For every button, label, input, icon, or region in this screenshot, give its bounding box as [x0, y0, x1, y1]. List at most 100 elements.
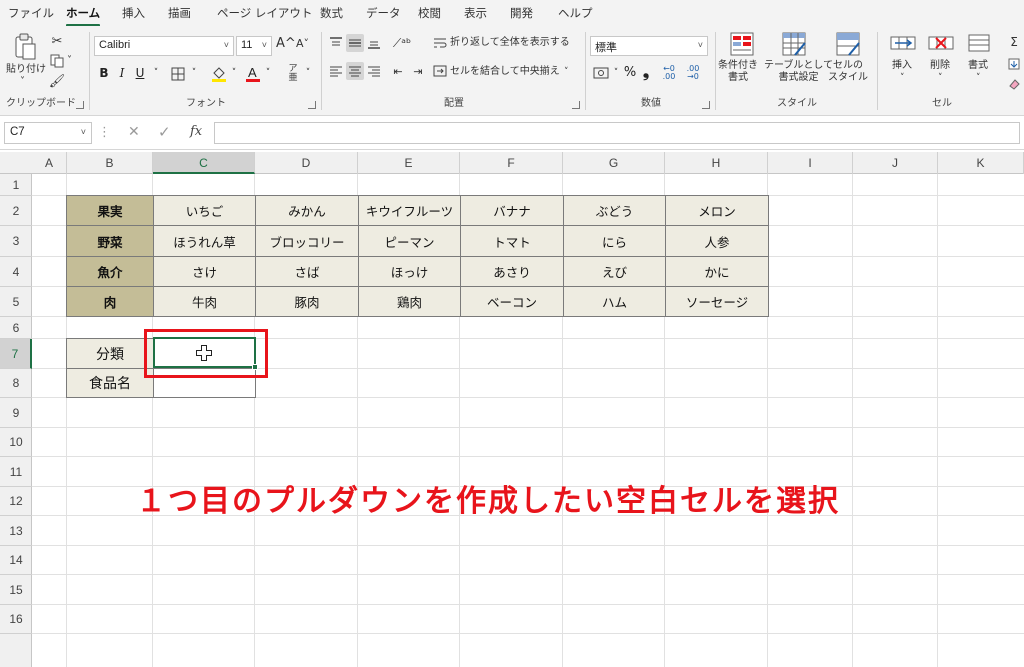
table-cell[interactable]: さけ — [154, 257, 256, 287]
number-format-select[interactable]: 標準 ˅ — [590, 36, 708, 56]
wrap-text-icon[interactable] — [432, 34, 448, 52]
table-cell[interactable]: ソーセージ — [666, 287, 769, 317]
table-cell[interactable]: バナナ — [461, 196, 564, 226]
more-options-icon[interactable]: ⋮ — [98, 125, 111, 140]
table-cell[interactable]: 鶏肉 — [359, 287, 461, 317]
font-size-select[interactable]: 11 ˅ — [236, 36, 272, 56]
cut-icon[interactable]: ✂ — [48, 32, 66, 50]
format-painter-icon[interactable]: 🖌 — [48, 72, 66, 90]
table-cell[interactable]: さば — [256, 257, 359, 287]
merge-center-icon[interactable] — [432, 62, 448, 80]
format-cells-icon[interactable] — [964, 32, 994, 54]
decrease-decimal-icon[interactable]: .00 →0 — [682, 64, 704, 82]
borders-dropdown-icon[interactable]: ˅ — [186, 64, 202, 82]
row-header-10[interactable]: 10 — [0, 428, 32, 457]
alignment-launcher-icon[interactable] — [572, 101, 580, 109]
format-dropdown-icon[interactable]: ˅ — [976, 72, 981, 84]
cell-styles-button[interactable]: セルの スタイル — [828, 60, 868, 84]
food-name-label-cell[interactable]: 食品名 — [67, 369, 154, 398]
conditional-formatting-button[interactable]: 条件付き 書式 — [718, 60, 758, 84]
delete-cells-icon[interactable] — [926, 32, 956, 54]
table-cell[interactable]: いちご — [154, 196, 256, 226]
tab-draw[interactable]: 描画 — [168, 5, 191, 21]
tab-data[interactable]: データ — [366, 5, 401, 21]
tab-page-layout[interactable]: ページ レイアウト — [217, 5, 312, 21]
column-header-a[interactable]: A — [32, 152, 67, 174]
column-header-i[interactable]: I — [768, 152, 853, 174]
row-header-9[interactable]: 9 — [0, 398, 32, 428]
insert-dropdown-icon[interactable]: ˅ — [900, 72, 905, 84]
font-launcher-icon[interactable] — [308, 101, 316, 109]
row-header-14[interactable]: 14 — [0, 546, 32, 575]
table-cell[interactable]: ベーコン — [461, 287, 564, 317]
name-box[interactable]: C7 ˅ — [4, 122, 92, 144]
category-label-cell[interactable]: 分類 — [67, 339, 154, 369]
align-center-icon[interactable] — [346, 62, 364, 80]
delete-dropdown-icon[interactable]: ˅ — [938, 72, 943, 84]
merge-dropdown-icon[interactable]: ˅ — [564, 66, 569, 78]
align-right-icon[interactable] — [366, 62, 382, 80]
tab-insert[interactable]: 挿入 — [122, 5, 145, 21]
copy-dropdown-icon[interactable]: ˅ — [67, 55, 72, 67]
autosum-icon[interactable]: Σ — [1006, 34, 1022, 50]
orientation-icon[interactable]: ⟋ᵃᵇ — [392, 34, 412, 52]
table-cell[interactable]: 人参 — [666, 226, 769, 257]
table-cell[interactable]: ブロッコリー — [256, 226, 359, 257]
number-launcher-icon[interactable] — [702, 101, 710, 109]
row-header-2[interactable]: 2 — [0, 196, 32, 226]
column-header-b[interactable]: B — [67, 152, 153, 174]
comma-style-icon[interactable]: ❟ — [638, 63, 654, 81]
column-header-c[interactable]: C — [153, 152, 255, 174]
wrap-text-button[interactable]: 折り返して全体を表示する — [450, 37, 570, 49]
align-left-icon[interactable] — [328, 62, 344, 80]
increase-decimal-icon[interactable]: ←0.00 — [658, 64, 680, 82]
table-cell[interactable]: キウイフルーツ — [359, 196, 461, 226]
format-button[interactable]: 書式 — [968, 60, 988, 72]
table-cell[interactable]: ほうれん草 — [154, 226, 256, 257]
table-category-cell[interactable]: 魚介 — [67, 257, 154, 287]
grow-font-button[interactable]: A^ — [276, 37, 296, 50]
font-color-dropdown-icon[interactable]: ˅ — [260, 64, 276, 82]
clear-icon[interactable] — [1006, 76, 1022, 92]
tab-home[interactable]: ホーム — [66, 5, 101, 27]
delete-button[interactable]: 削除 — [930, 60, 950, 72]
borders-icon[interactable] — [170, 66, 186, 82]
table-cell[interactable]: トマト — [461, 226, 564, 257]
align-bottom-icon[interactable] — [366, 34, 382, 52]
tab-formulas[interactable]: 数式 — [320, 5, 343, 21]
table-cell[interactable]: かに — [666, 257, 769, 287]
insert-button[interactable]: 挿入 — [892, 60, 912, 72]
table-cell[interactable]: ハム — [564, 287, 666, 317]
table-cell[interactable]: メロン — [666, 196, 769, 226]
row-header-15[interactable]: 15 — [0, 575, 32, 605]
insert-cells-icon[interactable] — [888, 32, 918, 54]
shrink-font-button[interactable]: A˅ — [296, 38, 309, 50]
column-header-h[interactable]: H — [665, 152, 768, 174]
table-category-cell[interactable]: 肉 — [67, 287, 154, 317]
percent-style-icon[interactable]: % — [622, 64, 638, 82]
tab-file[interactable]: ファイル — [8, 5, 54, 21]
tab-review[interactable]: 校閲 — [418, 5, 441, 21]
row-header-6[interactable]: 6 — [0, 317, 32, 339]
align-middle-icon[interactable] — [346, 34, 364, 52]
align-top-icon[interactable] — [328, 34, 344, 52]
decrease-indent-icon[interactable]: ⇤ — [390, 62, 406, 80]
enter-icon[interactable]: ✓ — [158, 123, 171, 141]
table-cell[interactable]: みかん — [256, 196, 359, 226]
copy-icon[interactable] — [48, 52, 66, 70]
row-header-3[interactable]: 3 — [0, 226, 32, 257]
format-as-table-icon[interactable] — [780, 30, 808, 58]
underline-dropdown-icon[interactable]: ˅ — [148, 64, 164, 82]
paste-icon[interactable] — [12, 32, 38, 62]
tab-view[interactable]: 表示 — [464, 5, 487, 21]
row-header-1[interactable]: 1 — [0, 174, 32, 196]
underline-icon[interactable]: U — [132, 64, 148, 82]
bold-icon[interactable]: B — [96, 64, 112, 82]
phonetic-dropdown-icon[interactable]: ˅ — [300, 64, 316, 82]
format-as-table-button[interactable]: テーブルとして 書式設定 — [764, 60, 833, 84]
fill-icon[interactable] — [1006, 56, 1022, 72]
table-cell[interactable]: 牛肉 — [154, 287, 256, 317]
row-header-7[interactable]: 7 — [0, 339, 32, 369]
cell-styles-icon[interactable] — [834, 30, 862, 58]
fill-color-dropdown-icon[interactable]: ˅ — [226, 64, 242, 82]
